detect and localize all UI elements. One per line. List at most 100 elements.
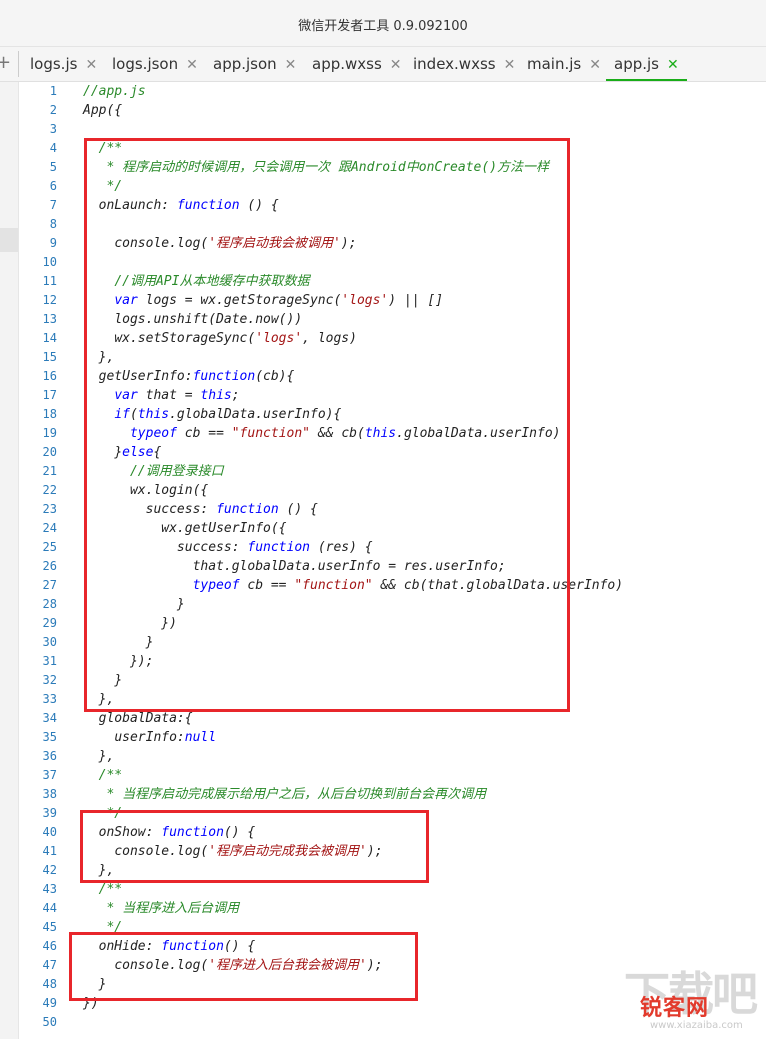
line-number: 33 [42,692,57,706]
tab-app-wxss[interactable]: app.wxss ✕ [312,47,402,80]
tab-label: app.wxss [312,55,382,73]
tab-label: logs.js [30,55,78,73]
line-number: 13 [42,312,57,326]
line-number: 14 [42,331,57,345]
line-number: 47 [42,958,57,972]
line-number: 26 [42,559,57,573]
line-number: 21 [42,464,57,478]
code-token: //app.js [83,84,146,99]
line-number: 40 [42,825,57,839]
line-number: 41 [42,844,57,858]
code-text: //app.js [83,82,146,101]
close-icon[interactable]: ✕ [667,57,679,73]
line-number: 48 [42,977,57,991]
line-number: 11 [42,274,57,288]
line-number: 19 [42,426,57,440]
line-number: 46 [42,939,57,953]
line-number: 27 [42,578,57,592]
line-number: 20 [42,445,57,459]
code-text: }, [83,747,115,766]
code-text: * 当程序启动完成展示给用户之后，从后台切换到前台会再次调用 [83,785,486,804]
watermark-logo: 锐客网 [640,996,710,1021]
line-number: 49 [42,996,57,1010]
line-number: 15 [42,350,57,364]
line-number: 7 [49,198,57,212]
code-token: /** [98,768,123,783]
tab-app-js[interactable]: app.js ✕ [606,47,687,81]
code-token: null [184,730,217,745]
code-token: globalData:{ [98,711,193,726]
watermark-url: www.xiazaiba.com [650,1020,743,1031]
tab-label: main.js [527,55,582,73]
line-number: 10 [42,255,57,269]
line-number: 30 [42,635,57,649]
line-number: 2 [49,103,57,117]
add-tab-button[interactable]: + [0,53,12,73]
code-token: * 当程序进入后台调用 [106,901,240,916]
title-bar: 微信开发者工具 0.9.092100 [0,0,766,47]
tab-main-js[interactable]: main.js ✕ [527,47,601,80]
line-number: 25 [42,540,57,554]
line-number: 4 [49,141,57,155]
side-gutter [0,82,19,1039]
tab-label: app.js [614,55,659,73]
code-text: userInfo:null [83,728,216,747]
tab-divider [18,51,19,77]
line-number: 34 [42,711,57,725]
close-icon[interactable]: ✕ [504,57,516,73]
line-number: 45 [42,920,57,934]
line-number: 39 [42,806,57,820]
tab-app-json[interactable]: app.json ✕ [213,47,296,80]
line-number: 6 [49,179,57,193]
line-number: 38 [42,787,57,801]
line-number: 37 [42,768,57,782]
line-number: 8 [49,217,57,231]
highlight-box-onhide [69,932,418,1001]
code-token: * 当程序启动完成展示给用户之后，从后台切换到前台会再次调用 [106,787,487,802]
line-number: 22 [42,483,57,497]
gutter-marker [0,228,18,252]
tab-label: logs.json [112,55,179,73]
tab-logs-js[interactable]: logs.js ✕ [30,47,97,80]
highlight-box-onlaunch [84,138,570,712]
line-number: 3 [49,122,57,136]
code-text: * 当程序进入后台调用 [83,899,239,918]
close-icon[interactable]: ✕ [85,57,97,73]
line-number: 32 [42,673,57,687]
line-number: 12 [42,293,57,307]
window-title: 微信开发者工具 0.9.092100 [298,19,468,34]
line-number: 43 [42,882,57,896]
line-number: 29 [42,616,57,630]
line-number: 16 [42,369,57,383]
close-icon[interactable]: ✕ [186,57,198,73]
close-icon[interactable]: ✕ [390,57,402,73]
code-token: }, [98,749,115,764]
line-number: 5 [49,160,57,174]
tab-logs-json[interactable]: logs.json ✕ [112,47,198,80]
tab-label: index.wxss [413,55,496,73]
code-token: App({ [83,103,123,118]
line-number: 24 [42,521,57,535]
line-number: 36 [42,749,57,763]
line-number: 9 [49,236,57,250]
highlight-box-onshow [80,810,429,883]
code-token: userInfo: [114,730,185,745]
code-token: /** [98,882,123,897]
line-number: 44 [42,901,57,915]
line-number: 1 [49,84,57,98]
line-number: 35 [42,730,57,744]
tab-label: app.json [213,55,277,73]
line-number: 18 [42,407,57,421]
tab-index-wxss[interactable]: index.wxss ✕ [413,47,515,80]
line-number: 23 [42,502,57,516]
line-number: 50 [42,1015,57,1029]
line-number: 42 [42,863,57,877]
code-text: App({ [83,101,122,120]
close-icon[interactable]: ✕ [285,57,297,73]
line-number: 31 [42,654,57,668]
line-number: 17 [42,388,57,402]
close-icon[interactable]: ✕ [589,57,601,73]
code-text: /** [83,766,122,785]
tab-bar: + logs.js ✕ logs.json ✕ app.json ✕ app.wxss… [0,47,766,82]
line-number: 28 [42,597,57,611]
